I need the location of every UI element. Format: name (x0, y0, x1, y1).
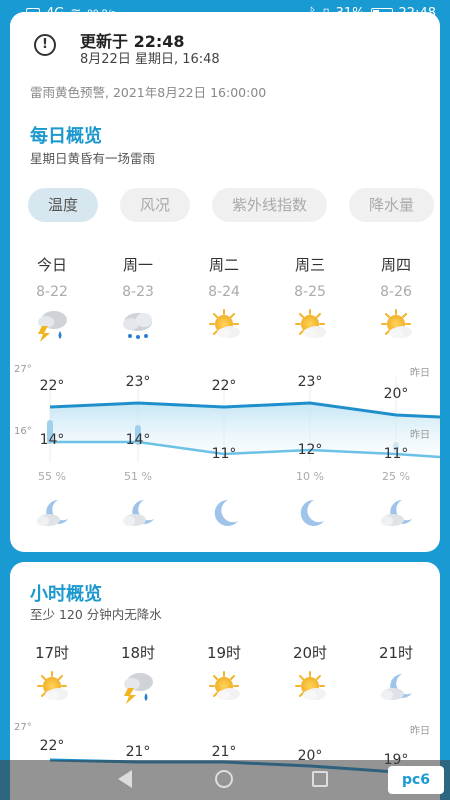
thunderstorm-rain-icon (118, 670, 158, 704)
weather-warning[interactable]: 雷雨黄色预警, 2021年8月22日 16:00:00 (30, 82, 266, 101)
high-temp: 22° (39, 378, 65, 394)
daily-tabs: 温度 风况 紫外线指数 降水量 (28, 188, 440, 224)
precip-percent: 25 % (382, 470, 410, 483)
day-column[interactable]: 周四 8-26 (366, 254, 426, 300)
system-nav-bar (0, 760, 450, 800)
high-temp: 23° (297, 374, 323, 390)
axis-high-tick: 27° (14, 364, 32, 375)
sunny-cloud-icon (204, 670, 244, 704)
hour-column[interactable]: 20时 (280, 642, 340, 663)
hour-column[interactable]: 17时 (22, 642, 82, 663)
hour-column[interactable]: 21时 (366, 642, 426, 663)
hour-time: 18时 (120, 644, 156, 662)
sunny-cloud-icon (204, 308, 244, 342)
precip-percent: 10 % (296, 470, 324, 483)
hour-time: 21时 (378, 644, 414, 662)
sunny-cloud-icon (376, 308, 416, 342)
low-temp: 14° (125, 432, 151, 448)
moon-icon (204, 496, 244, 530)
hour-column[interactable]: 19时 (194, 642, 254, 663)
hour-time: 17时 (34, 644, 70, 662)
daily-subtitle: 星期日黄昏有一场雷雨 (30, 151, 156, 166)
day-date: 8-26 (380, 284, 412, 300)
sunny-cloud-icon (32, 670, 72, 704)
hour-temp: 21° (125, 744, 151, 760)
day-date: 8-24 (208, 284, 240, 300)
tab-wind[interactable]: 风况 (120, 188, 191, 222)
day-name: 周一 (122, 256, 153, 274)
yesterday-label: 昨日 (410, 726, 430, 737)
day-column[interactable]: 周二 8-24 (194, 254, 254, 300)
hourly-title: 小时概览 (30, 584, 102, 605)
hour-column[interactable]: 18时 (108, 642, 168, 663)
partly-cloudy-night-icon (376, 496, 416, 530)
hour-time: 20时 (292, 644, 328, 662)
day-date: 8-25 (294, 284, 326, 300)
low-temp: 14° (39, 432, 65, 448)
tab-uv-index[interactable]: 紫外线指数 (212, 188, 328, 222)
home-icon[interactable] (215, 770, 233, 788)
high-temp: 20° (383, 386, 409, 402)
day-name: 周二 (208, 256, 239, 274)
thunderstorm-rain-icon (32, 308, 72, 342)
day-date: 8-23 (122, 284, 154, 300)
partly-cloudy-night-icon (376, 670, 416, 704)
day-column[interactable]: 今日 8-22 (22, 254, 82, 300)
precip-percent: 51 % (124, 470, 152, 483)
back-icon[interactable] (118, 770, 132, 788)
day-column[interactable]: 周三 8-25 (280, 254, 340, 300)
day-name: 今日 (36, 256, 67, 274)
recent-apps-icon[interactable] (312, 771, 328, 787)
axis-high-tick: 27° (14, 722, 32, 733)
watermark-logo: pc6 (388, 766, 444, 794)
hour-temp: 21° (211, 744, 237, 760)
day-date: 8-22 (36, 284, 68, 300)
hour-temp: 22° (39, 738, 65, 754)
moon-icon (290, 496, 330, 530)
low-temp: 11° (383, 446, 409, 462)
partly-cloudy-night-icon (32, 496, 72, 530)
update-subtitle: 8月22日 星期日, 16:48 (80, 52, 220, 67)
tab-temperature[interactable]: 温度 (28, 188, 99, 222)
info-icon[interactable]: ! (34, 34, 56, 56)
partly-cloudy-night-icon (118, 496, 158, 530)
low-temp: 11° (211, 446, 237, 462)
hourly-subtitle: 至少 120 分钟内无降水 (30, 607, 162, 622)
day-name: 周三 (294, 256, 325, 274)
hour-time: 19时 (206, 644, 242, 662)
low-temp: 12° (297, 442, 323, 458)
precip-percent: 55 % (38, 470, 66, 483)
rain-cloud-icon (118, 308, 158, 342)
high-temp: 23° (125, 374, 151, 390)
day-name: 周四 (380, 256, 411, 274)
high-temp: 22° (211, 378, 237, 394)
daily-title: 每日概览 (30, 126, 102, 147)
sunny-cloud-icon (290, 670, 330, 704)
tab-precipitation[interactable]: 降水量 (349, 188, 435, 222)
yesterday-label: 昨日 (410, 368, 430, 379)
daily-card: ! 更新于 22:48 8月22日 星期日, 16:48 雷雨黄色预警, 202… (10, 12, 440, 552)
day-column[interactable]: 周一 8-23 (108, 254, 168, 300)
sunny-cloud-icon (290, 308, 330, 342)
yesterday-label: 昨日 (410, 430, 430, 441)
